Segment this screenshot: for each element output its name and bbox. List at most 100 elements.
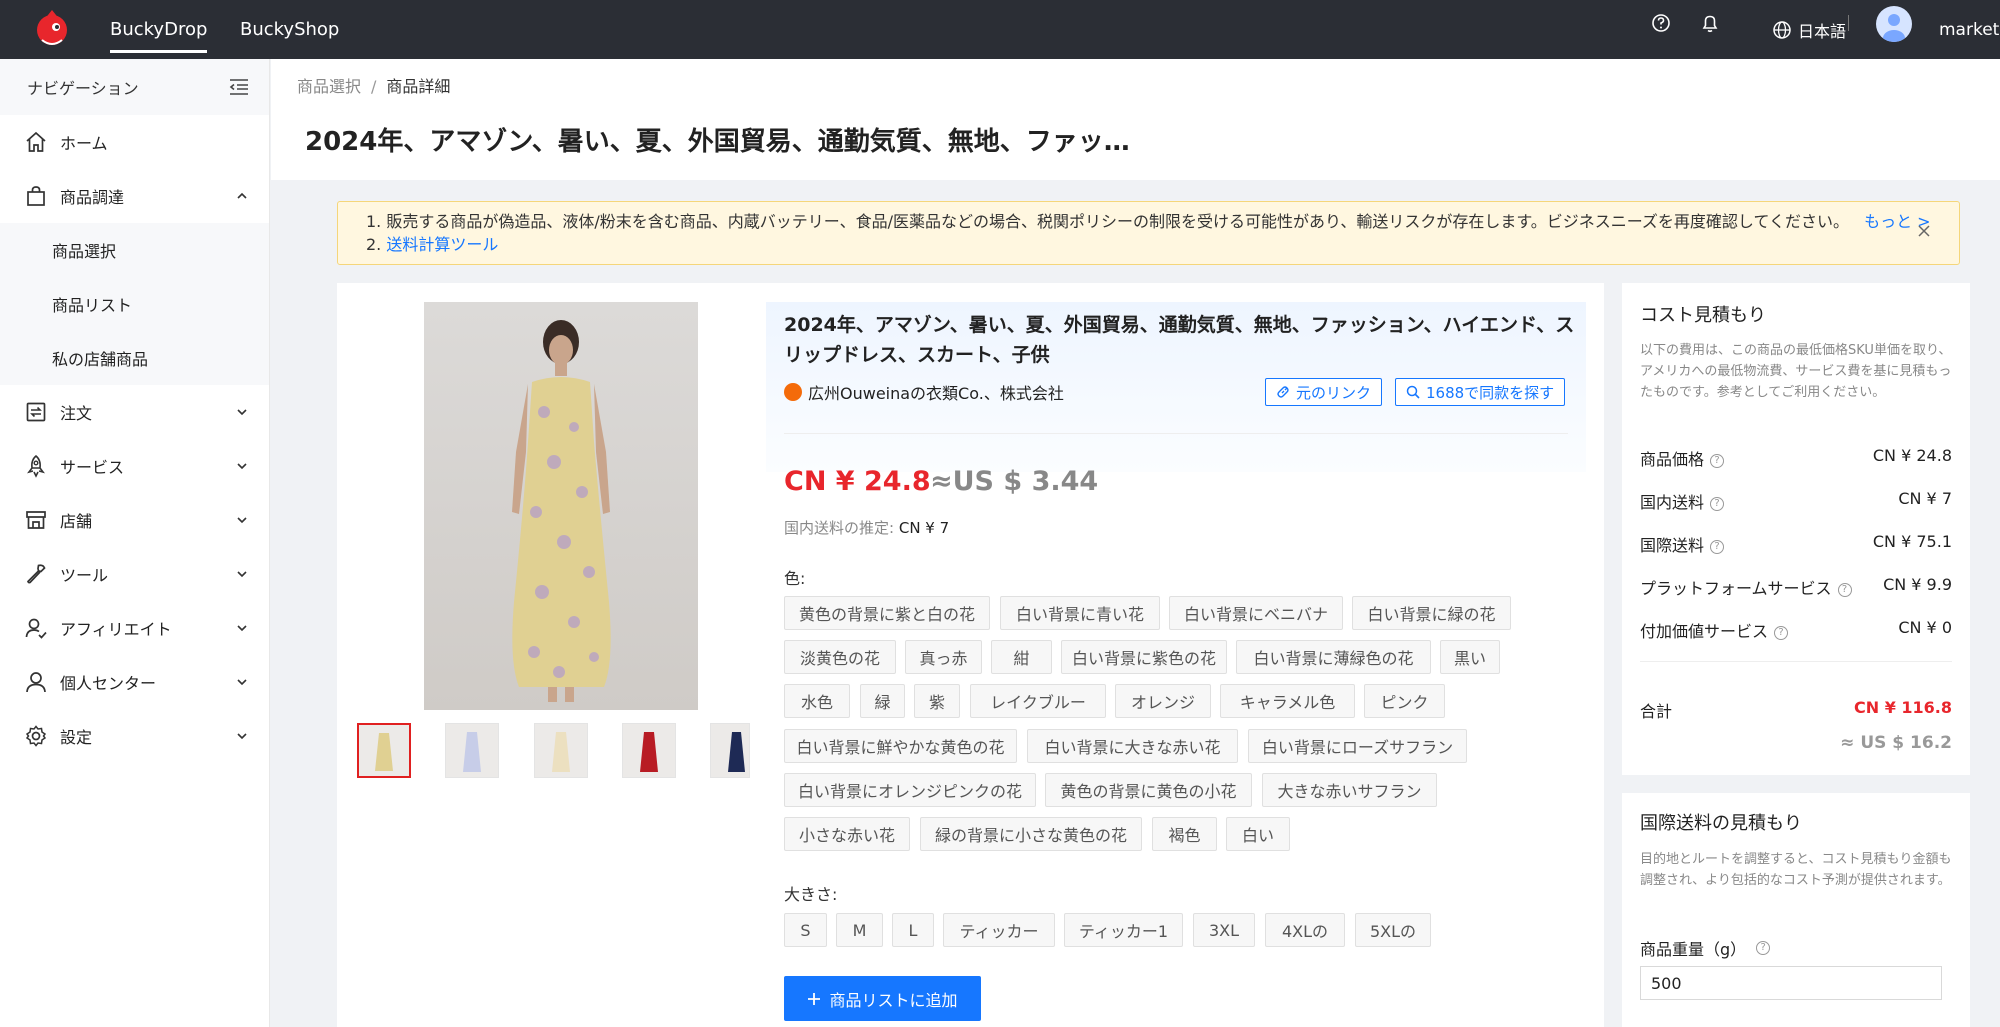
question-icon[interactable]: ?	[1710, 496, 1725, 511]
color-option[interactable]: 白い背景に薄緑色の花	[1236, 640, 1431, 674]
sidebar-item-sourcing[interactable]: 商品調達	[0, 169, 269, 223]
color-option[interactable]: 紫	[914, 684, 960, 718]
sidebar-item-label: アフィリエイト	[60, 620, 172, 639]
sidebar-item-home[interactable]: ホーム	[0, 115, 269, 169]
add-button-label: 商品リストに追加	[829, 990, 958, 1010]
buckydrop-logo[interactable]	[30, 6, 74, 50]
color-option[interactable]: 白い背景に紫色の花	[1061, 640, 1227, 674]
question-icon[interactable]: ?	[1837, 582, 1852, 597]
find-same-label: 1688で同款を探す	[1426, 383, 1555, 402]
color-option[interactable]: 緑の背景に小さな黄色の花	[920, 817, 1142, 851]
sidebar-item-orders[interactable]: 注文	[0, 385, 269, 439]
sidebar-item-personal-center[interactable]: 個人センター	[0, 655, 269, 709]
product-main-image[interactable]	[424, 302, 698, 710]
color-option[interactable]: 水色	[784, 684, 850, 718]
color-option[interactable]: 白い背景に大きな赤い花	[1027, 729, 1238, 763]
color-option[interactable]: ピンク	[1364, 684, 1445, 718]
color-option[interactable]: 褐色	[1152, 817, 1217, 851]
collapse-menu-icon[interactable]	[227, 75, 251, 99]
original-link-button[interactable]: 元のリンク	[1265, 378, 1383, 406]
color-option[interactable]: 黄色の背景に紫と白の花	[784, 596, 990, 630]
color-option[interactable]: 真っ赤	[905, 640, 982, 674]
link-icon	[1277, 386, 1289, 398]
breadcrumb-parent-link[interactable]: 商品選択	[297, 77, 361, 96]
sidebar-subitem-product-selection[interactable]: 商品選択	[0, 223, 269, 277]
size-option[interactable]: 3XL	[1193, 913, 1255, 947]
color-option[interactable]: 緑	[860, 684, 905, 718]
total-value: CN ¥ 116.8	[1853, 698, 1952, 717]
color-option[interactable]: 白い背景にベニバナ	[1169, 596, 1343, 630]
sidebar-item-tools[interactable]: ツール	[0, 547, 269, 601]
color-option[interactable]: 白い背景にオレンジピンクの花	[784, 773, 1036, 807]
risk-notice-banner: 1. 販売する商品が偽造品、液体/粉末を含む商品、内蔵バッテリー、食品/医薬品な…	[337, 201, 1960, 265]
product-thumbnail[interactable]	[622, 723, 676, 778]
home-icon	[26, 131, 46, 152]
add-to-product-list-button[interactable]: 商品リストに追加	[784, 976, 981, 1021]
sidebar-subitem-product-list[interactable]: 商品リスト	[0, 277, 269, 331]
cost-label: プラットフォームサービス	[1640, 579, 1832, 598]
color-option[interactable]: 大きな赤いサフラン	[1262, 773, 1437, 807]
sidebar-subitem-my-store-products[interactable]: 私の店舗商品	[0, 331, 269, 385]
color-option[interactable]: 淡黄色の花	[784, 640, 896, 674]
product-thumbnail[interactable]	[357, 723, 411, 778]
tab-buckyshop[interactable]: BuckyShop	[240, 0, 339, 59]
sidebar-item-label: ホーム	[60, 134, 108, 153]
size-option[interactable]: S	[784, 913, 827, 947]
chevron-down-icon	[237, 679, 247, 686]
cost-row-domestic-shipping: 国内送料? CN ¥ 7	[1640, 489, 1952, 513]
size-option[interactable]: M	[836, 913, 883, 947]
sidebar-item-label: 個人センター	[60, 674, 157, 693]
size-option[interactable]: ティッカー	[943, 913, 1055, 947]
color-option[interactable]: 白い	[1226, 817, 1290, 851]
supplier[interactable]: 広州Ouweinaの衣類Co.、株式会社	[784, 380, 1064, 404]
cost-value: CN ¥ 24.8	[1872, 446, 1952, 465]
color-option[interactable]: レイクブルー	[970, 684, 1106, 718]
gear-icon	[25, 725, 47, 747]
total-usd: ≈ US $ 16.2	[1840, 733, 1952, 753]
color-option[interactable]: 黄色の背景に黄色の小花	[1045, 773, 1252, 807]
color-option[interactable]: 白い背景に鮮やかな黄色の花	[784, 729, 1017, 763]
help-icon[interactable]	[1650, 12, 1672, 34]
sidebar-item-settings[interactable]: 設定	[0, 709, 269, 763]
avatar[interactable]	[1876, 6, 1912, 42]
product-thumbnail[interactable]	[710, 723, 750, 778]
sidebar-item-store[interactable]: 店舗	[0, 493, 269, 547]
color-option[interactable]: キャラメル色	[1220, 684, 1355, 718]
language-label: 日本語	[1798, 21, 1847, 41]
color-option[interactable]: 紺	[991, 640, 1052, 674]
bell-icon[interactable]	[1699, 12, 1721, 34]
sidebar-item-label: 注文	[60, 404, 93, 423]
close-icon[interactable]	[1917, 224, 1931, 238]
color-option[interactable]: 白い背景に青い花	[1000, 596, 1160, 630]
affiliate-icon	[25, 618, 47, 639]
product-thumbnail[interactable]	[445, 723, 499, 778]
question-icon[interactable]: ?	[1756, 941, 1771, 955]
cost-value: CN ¥ 75.1	[1872, 532, 1952, 551]
size-option[interactable]: 4XLの	[1265, 913, 1345, 947]
color-option[interactable]: 小さな赤い花	[784, 817, 910, 851]
question-icon[interactable]: ?	[1774, 625, 1789, 640]
sidebar-item-affiliate[interactable]: アフィリエイト	[0, 601, 269, 655]
original-link-label: 元のリンク	[1296, 383, 1372, 402]
cost-value: CN ¥ 0	[1898, 618, 1952, 637]
color-option[interactable]: 白い背景に緑の花	[1352, 596, 1511, 630]
intl-shipping-description: 目的地とルートを調整すると、コスト見積もり金額も調整され、より包括的なコスト予測…	[1640, 852, 1952, 888]
language-selector[interactable]: 日本語	[1772, 0, 1846, 59]
wrench-icon	[27, 564, 46, 584]
color-option[interactable]: 白い背景にローズサフラン	[1248, 729, 1467, 763]
tab-buckydrop[interactable]: BuckyDrop	[110, 6, 208, 53]
sidebar-item-services[interactable]: サービス	[0, 439, 269, 493]
size-option[interactable]: 5XLの	[1355, 913, 1431, 947]
product-thumbnail[interactable]	[534, 723, 588, 778]
topbar-divider	[1848, 15, 1849, 31]
find-same-on-1688-button[interactable]: 1688で同款を探す	[1395, 378, 1566, 406]
username[interactable]: marketing	[1939, 0, 2000, 59]
size-option[interactable]: L	[892, 913, 934, 947]
color-option[interactable]: オレンジ	[1115, 684, 1211, 718]
question-icon[interactable]: ?	[1710, 453, 1725, 468]
question-icon[interactable]: ?	[1710, 539, 1725, 554]
size-option[interactable]: ティッカー1	[1064, 913, 1183, 947]
shipping-calculator-link[interactable]: 送料計算ツール	[386, 235, 498, 254]
weight-input[interactable]: 500	[1640, 966, 1942, 1000]
color-option[interactable]: 黒い	[1440, 640, 1500, 674]
